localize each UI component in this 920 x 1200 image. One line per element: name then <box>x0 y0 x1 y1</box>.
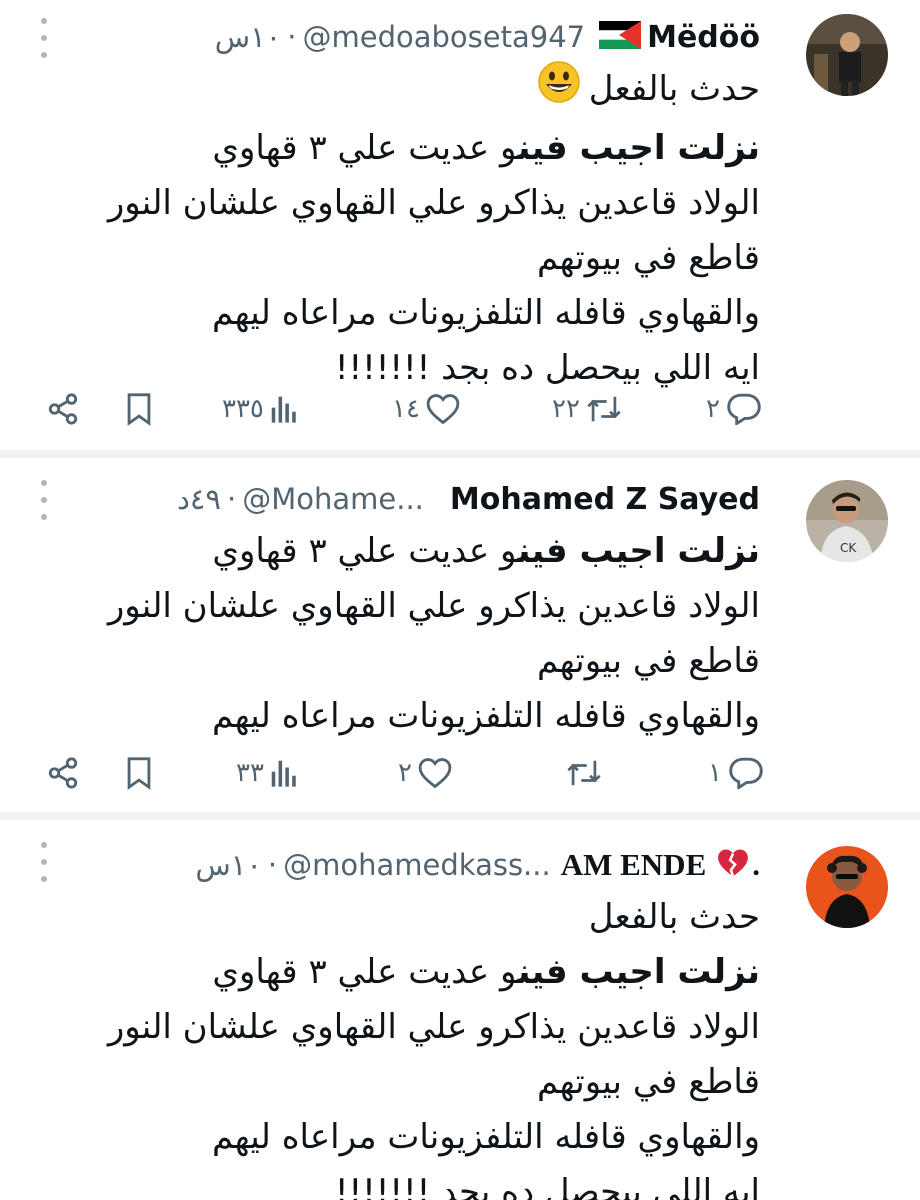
retweet-count: ٢٢ <box>552 394 580 424</box>
views-count: ٣٣٥ <box>222 394 264 424</box>
views-icon <box>271 396 296 423</box>
separator-dot: · <box>267 848 278 882</box>
tweet-text: حدث بالفعل نزلت اجيب فينو عديت علي ٣ قها… <box>80 60 760 396</box>
bookmark-icon <box>127 757 151 790</box>
tweet-1[interactable]: Mëdöö @medoaboseta947 · ١٠س حدث بالفعل ن… <box>0 0 920 450</box>
display-name[interactable]: Mohamed Z Sayed <box>450 482 760 517</box>
reply-icon <box>729 757 763 789</box>
text-line: نزلت اجيب فينو عديت علي ٣ قهاوي <box>212 128 760 168</box>
avatar[interactable]: CK <box>806 480 888 562</box>
timestamp[interactable]: ١٠س <box>195 848 262 882</box>
bookmark-icon <box>127 393 151 426</box>
tweet-2[interactable]: CK Mohamed Z Sayed @Mohame... · ٤٩د نزلت… <box>0 458 920 810</box>
views-button[interactable]: ٣٣ <box>236 748 298 798</box>
reply-count: ٢ <box>706 394 720 424</box>
heart-icon <box>426 394 460 425</box>
more-icon[interactable] <box>38 480 50 520</box>
text-line: قاطع في بيوتهم <box>536 1062 760 1102</box>
tweet-text: نزلت اجيب فينو عديت علي ٣ قهاوي الولاد ق… <box>80 524 760 744</box>
like-button[interactable]: ١٤ <box>392 384 460 434</box>
text-line: حدث بالفعل <box>588 897 760 937</box>
reply-button[interactable]: ١ <box>708 748 764 798</box>
name-suffix: . <box>752 847 760 882</box>
divider <box>0 450 920 458</box>
retweet-button[interactable]: ٢٢ <box>552 384 622 434</box>
retweet-button[interactable] <box>566 748 602 798</box>
handle[interactable]: @Mohame... <box>242 482 424 516</box>
text-line: والقهاوي قافله التلفزيونات مراعاه ليهم <box>211 1117 760 1157</box>
views-count: ٣٣ <box>236 758 264 788</box>
share-icon <box>48 393 78 425</box>
bookmark-button[interactable] <box>124 384 154 434</box>
text-line: قاطع في بيوتهم <box>536 238 760 278</box>
views-button[interactable]: ٣٣٥ <box>222 384 298 434</box>
separator-dot: · <box>287 20 297 54</box>
tweet-header: . AM ENDE @mohamedkass... · ١٠س <box>195 840 760 890</box>
grinning-face-icon <box>537 60 581 121</box>
like-count: ٢ <box>398 758 412 788</box>
text-line: والقهاوي قافله التلفزيونات مراعاه ليهم <box>211 696 760 736</box>
reply-count: ١ <box>708 758 722 788</box>
views-icon <box>271 760 296 787</box>
reply-icon <box>727 393 761 425</box>
display-name[interactable]: AM ENDE <box>561 847 707 883</box>
text-line: والقهاوي قافله التلفزيونات مراعاه ليهم <box>211 293 760 333</box>
svg-text:CK: CK <box>840 541 857 555</box>
separator-dot: · <box>227 482 237 516</box>
more-icon[interactable] <box>38 842 50 882</box>
retweet-icon <box>567 760 601 786</box>
more-icon[interactable] <box>38 18 50 58</box>
text-line: حدث بالفعل <box>80 60 760 121</box>
like-button[interactable]: ٢ <box>398 748 452 798</box>
heart-icon <box>418 758 452 789</box>
tweet-header: Mëdöö @medoaboseta947 · ١٠س <box>215 12 760 62</box>
avatar[interactable] <box>806 14 888 96</box>
share-button[interactable] <box>46 748 80 798</box>
timestamp[interactable]: ١٠س <box>215 20 282 54</box>
like-count: ١٤ <box>392 394 420 424</box>
handle[interactable]: @medoaboseta947 <box>302 20 585 54</box>
share-button[interactable] <box>46 384 80 434</box>
divider <box>0 812 920 820</box>
text-line: نزلت اجيب فينو عديت علي ٣ قهاوي <box>212 531 760 571</box>
retweet-icon <box>587 396 621 422</box>
text-line: ايه اللي بيحصل ده بجد !!!!!!! <box>334 1172 760 1200</box>
tweet-3[interactable]: . AM ENDE @mohamedkass... · ١٠س حدث بالف… <box>0 820 920 1200</box>
text-line: الولاد قاعدين يذاكرو علي القهاوي علشان ا… <box>107 183 760 223</box>
display-name[interactable]: Mëdöö <box>647 20 760 55</box>
reply-button[interactable]: ٢ <box>706 384 762 434</box>
timestamp[interactable]: ٤٩د <box>177 482 221 516</box>
broken-heart-icon <box>716 847 750 883</box>
handle[interactable]: @mohamedkass... <box>283 848 551 882</box>
bookmark-button[interactable] <box>124 748 154 798</box>
action-bar: ٣٣ ٢ ١ <box>0 748 920 798</box>
text-line: الولاد قاعدين يذاكرو علي القهاوي علشان ا… <box>107 1007 760 1047</box>
text-line: قاطع في بيوتهم <box>536 641 760 681</box>
text-line: نزلت اجيب فينو عديت علي ٣ قهاوي <box>212 952 760 992</box>
tweet-header: Mohamed Z Sayed @Mohame... · ٤٩د <box>177 474 760 524</box>
avatar[interactable] <box>806 846 888 928</box>
palestine-flag-icon <box>599 21 642 53</box>
text-line: الولاد قاعدين يذاكرو علي القهاوي علشان ا… <box>107 586 760 626</box>
tweet-text: حدث بالفعل نزلت اجيب فينو عديت علي ٣ قها… <box>80 890 760 1200</box>
action-bar: ٣٣٥ ١٤ ٢٢ ٢ <box>0 384 920 434</box>
share-icon <box>48 757 78 789</box>
